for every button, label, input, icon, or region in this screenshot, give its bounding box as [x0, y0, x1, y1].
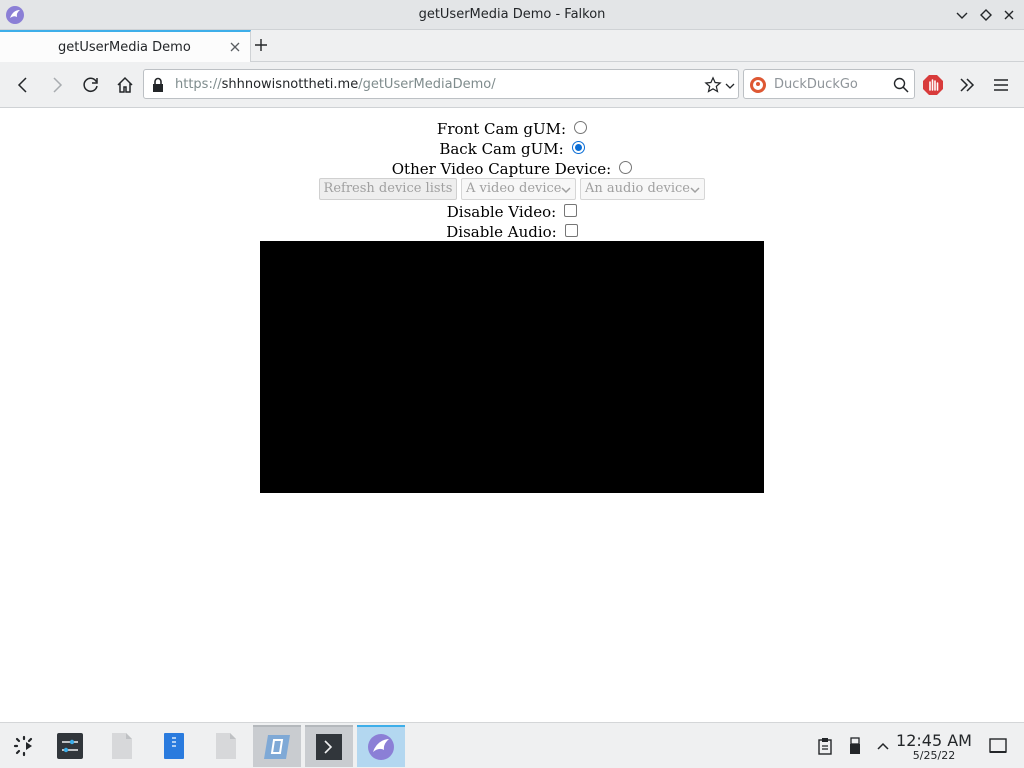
url-path: /getUserMediaDemo/ — [358, 77, 496, 92]
back-icon[interactable] — [11, 73, 35, 97]
show-desktop-icon[interactable] — [987, 735, 1009, 757]
disable-video-row: Disable Video: — [0, 201, 1024, 221]
back-cam-row: Back Cam gUM: — [0, 138, 1024, 158]
new-tab-icon[interactable] — [252, 36, 270, 54]
duckduckgo-icon[interactable] — [749, 76, 767, 94]
system-settings-icon[interactable] — [46, 725, 94, 767]
chevron-down-icon — [690, 183, 700, 195]
lock-icon[interactable] — [151, 77, 165, 93]
front-cam-label: Front Cam gUM: — [436, 120, 567, 138]
falkon-taskbar-icon[interactable] — [357, 725, 405, 767]
audio-device-value: An audio device — [585, 181, 690, 196]
window-titlebar: getUserMedia Demo - Falkon — [0, 0, 1024, 30]
url-text[interactable]: https://shhnowisnottheti.me/getUserMedia… — [175, 77, 496, 92]
tab-bar: getUserMedia Demo — [0, 30, 1024, 62]
url-host: shhnowisnottheti.me — [221, 77, 359, 92]
disable-video-checkbox[interactable] — [564, 204, 578, 217]
chevron-up-icon[interactable] — [872, 735, 894, 757]
back-cam-label: Back Cam gUM: — [439, 140, 564, 158]
disable-video-label: Disable Video: — [446, 203, 557, 221]
clock-date[interactable]: 5/25/22 — [896, 749, 972, 762]
video-device-value: A video device — [466, 181, 562, 196]
url-scheme: https:// — [175, 77, 222, 92]
device-controls: Refresh device lists A video device An a… — [0, 178, 1024, 200]
front-cam-row: Front Cam gUM: — [0, 118, 1024, 138]
video-device-select[interactable]: A video device — [461, 178, 576, 200]
back-cam-radio[interactable] — [571, 141, 585, 154]
tab-label: getUserMedia Demo — [58, 40, 191, 55]
home-icon[interactable] — [113, 73, 137, 97]
url-dropdown-icon[interactable] — [724, 78, 736, 92]
main-menu-icon[interactable] — [989, 73, 1013, 97]
terminal-icon[interactable] — [305, 725, 353, 767]
navigation-toolbar: https://shhnowisnottheti.me/getUserMedia… — [0, 62, 1024, 108]
video-preview[interactable] — [260, 241, 764, 493]
other-device-radio[interactable] — [619, 161, 633, 174]
chevron-down-icon — [561, 183, 571, 195]
search-input[interactable]: DuckDuckGo — [774, 77, 858, 92]
tab-getusermedia-demo[interactable]: getUserMedia Demo — [0, 30, 251, 62]
document-icon[interactable] — [202, 725, 250, 767]
address-bar[interactable]: https://shhnowisnottheti.me/getUserMedia… — [143, 69, 739, 99]
forward-icon[interactable] — [45, 73, 69, 97]
file-manager-icon[interactable] — [150, 725, 198, 767]
search-bar[interactable]: DuckDuckGo — [743, 69, 915, 99]
close-icon[interactable] — [999, 5, 1019, 25]
clipboard-icon[interactable] — [814, 735, 836, 757]
front-cam-radio[interactable] — [574, 121, 588, 134]
clock-time[interactable]: 12:45 AM — [896, 731, 972, 750]
application-launcher-icon[interactable] — [0, 725, 48, 767]
refresh-device-lists-button[interactable]: Refresh device lists — [319, 178, 457, 200]
usb-device-icon[interactable] — [844, 735, 866, 757]
file-icon[interactable] — [98, 725, 146, 767]
search-icon[interactable] — [892, 76, 910, 94]
other-device-row: Other Video Capture Device: — [0, 158, 1024, 178]
minimize-icon[interactable] — [952, 5, 972, 25]
disable-audio-row: Disable Audio: — [0, 221, 1024, 241]
maximize-icon[interactable] — [976, 5, 996, 25]
audio-device-select[interactable]: An audio device — [580, 178, 705, 200]
disable-audio-label: Disable Audio: — [446, 223, 557, 241]
window-title: getUserMedia Demo - Falkon — [418, 7, 606, 22]
discover-icon[interactable] — [253, 725, 301, 767]
adblock-icon[interactable] — [921, 73, 945, 97]
taskbar: 12:45 AM 5/25/22 — [0, 722, 1024, 768]
other-device-label: Other Video Capture Device: — [391, 160, 612, 178]
reload-icon[interactable] — [79, 73, 103, 97]
tab-close-icon[interactable] — [228, 39, 242, 53]
bookmark-star-icon[interactable] — [704, 76, 722, 94]
page-content: Front Cam gUM: Back Cam gUM: Other Video… — [0, 109, 1024, 722]
more-tools-icon[interactable] — [955, 73, 979, 97]
disable-audio-checkbox[interactable] — [564, 224, 578, 237]
